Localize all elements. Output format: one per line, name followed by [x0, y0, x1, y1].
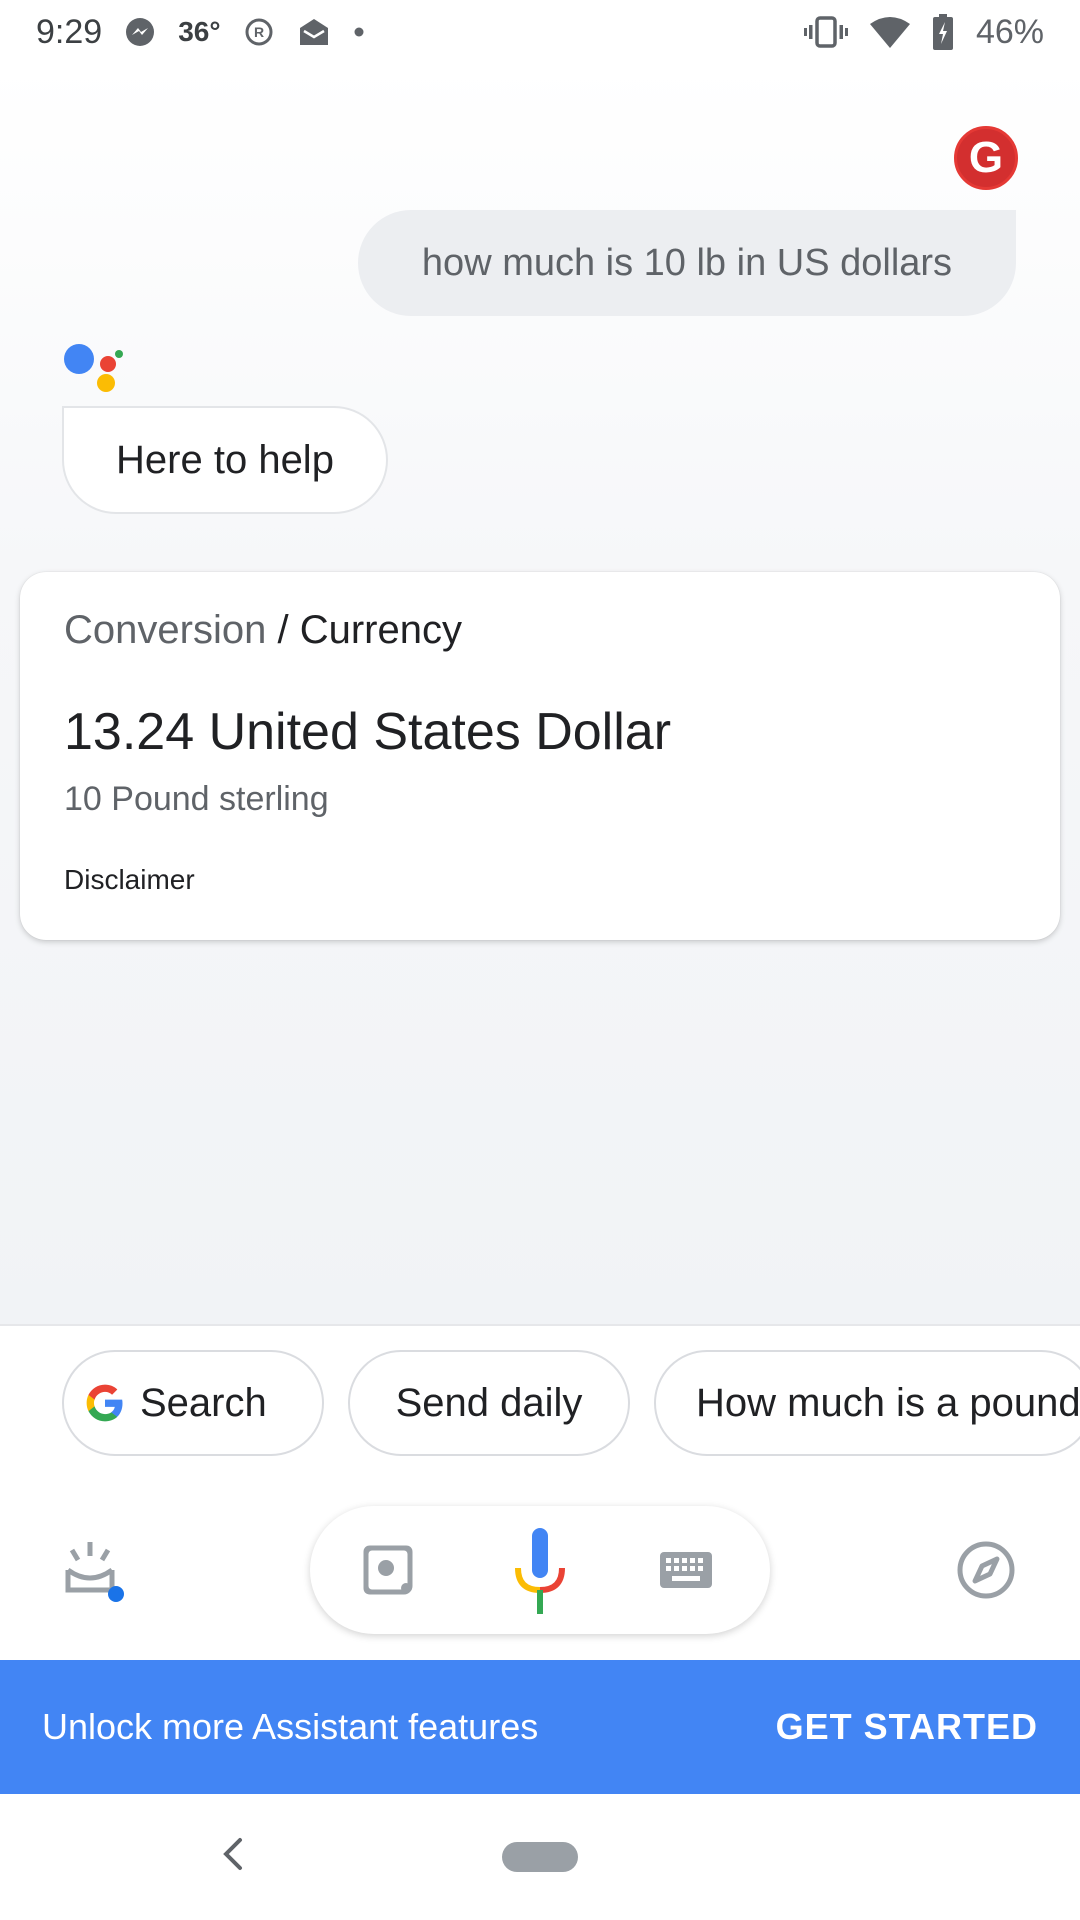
- mic-icon: [515, 1528, 565, 1614]
- crumb-topic: Currency: [299, 608, 462, 652]
- user-query-bubble[interactable]: how much is 10 lb in US dollars: [358, 210, 1016, 316]
- svg-text:R: R: [253, 24, 263, 40]
- user-avatar[interactable]: G: [954, 126, 1018, 190]
- registered-icon: R: [243, 16, 275, 48]
- currency-conversion-card[interactable]: Conversion / Currency 13.24 United State…: [20, 572, 1060, 940]
- lens-button[interactable]: [358, 1540, 418, 1600]
- wifi-icon: [869, 16, 910, 48]
- chip-label: Send daily: [395, 1380, 583, 1425]
- chip-label: How much is a pound: [696, 1380, 1080, 1425]
- suggestion-chip-how-much[interactable]: How much is a pound: [654, 1350, 1080, 1456]
- banner-text: Unlock more Assistant features: [42, 1706, 539, 1747]
- lens-icon: [363, 1545, 413, 1595]
- crumb-separator: /: [277, 608, 289, 652]
- suggestion-chip-search[interactable]: Search: [62, 1350, 324, 1456]
- home-pill[interactable]: [502, 1842, 578, 1872]
- chip-label: Search: [140, 1380, 267, 1425]
- explore-button[interactable]: [952, 1536, 1020, 1604]
- status-bar: 9:29 36° R 46%: [0, 0, 1080, 64]
- status-right: 46%: [803, 12, 1044, 52]
- system-nav-bar: [0, 1794, 1080, 1920]
- keyboard-button[interactable]: [656, 1544, 716, 1596]
- conversion-result: 13.24 United States Dollar: [64, 703, 672, 761]
- battery-percent: 46%: [975, 12, 1044, 51]
- google-g-icon: [86, 1384, 123, 1422]
- mail-icon: [297, 16, 331, 48]
- keyboard-icon: [660, 1552, 712, 1588]
- action-bar: [0, 1506, 1080, 1646]
- status-left: 9:29 36° R: [36, 13, 365, 52]
- disclaimer-link[interactable]: Disclaimer: [64, 864, 195, 896]
- assistant-logo-icon: [64, 344, 123, 392]
- updates-button[interactable]: [58, 1530, 130, 1610]
- messenger-icon: [124, 16, 156, 48]
- vibrate-icon: [803, 16, 848, 48]
- conversation-area: G how much is 10 lb in US dollars Here t…: [0, 64, 1080, 1324]
- avatar-letter: G: [968, 133, 1004, 182]
- explore-icon: [957, 1541, 1015, 1599]
- dot-icon: [353, 26, 365, 38]
- status-temperature: 36°: [178, 16, 221, 47]
- crumb-category: Conversion: [64, 608, 267, 652]
- status-time: 9:29: [36, 12, 103, 51]
- input-mode-pill: [310, 1506, 770, 1634]
- updates-icon: [65, 1542, 124, 1602]
- card-breadcrumb: Conversion / Currency: [64, 608, 462, 653]
- back-icon[interactable]: [214, 1834, 254, 1874]
- battery-icon: [932, 14, 954, 50]
- assistant-reply-bubble: Here to help: [62, 406, 388, 514]
- conversion-source: 10 Pound sterling: [64, 780, 329, 818]
- mic-button[interactable]: [510, 1524, 570, 1618]
- get-started-button[interactable]: GET STARTED: [776, 1706, 1038, 1748]
- promo-banner: Unlock more Assistant features GET START…: [0, 1660, 1080, 1794]
- bottom-panel: Search Send daily How much is a pound: [0, 1324, 1080, 1684]
- suggestion-chip-send-daily[interactable]: Send daily: [348, 1350, 630, 1456]
